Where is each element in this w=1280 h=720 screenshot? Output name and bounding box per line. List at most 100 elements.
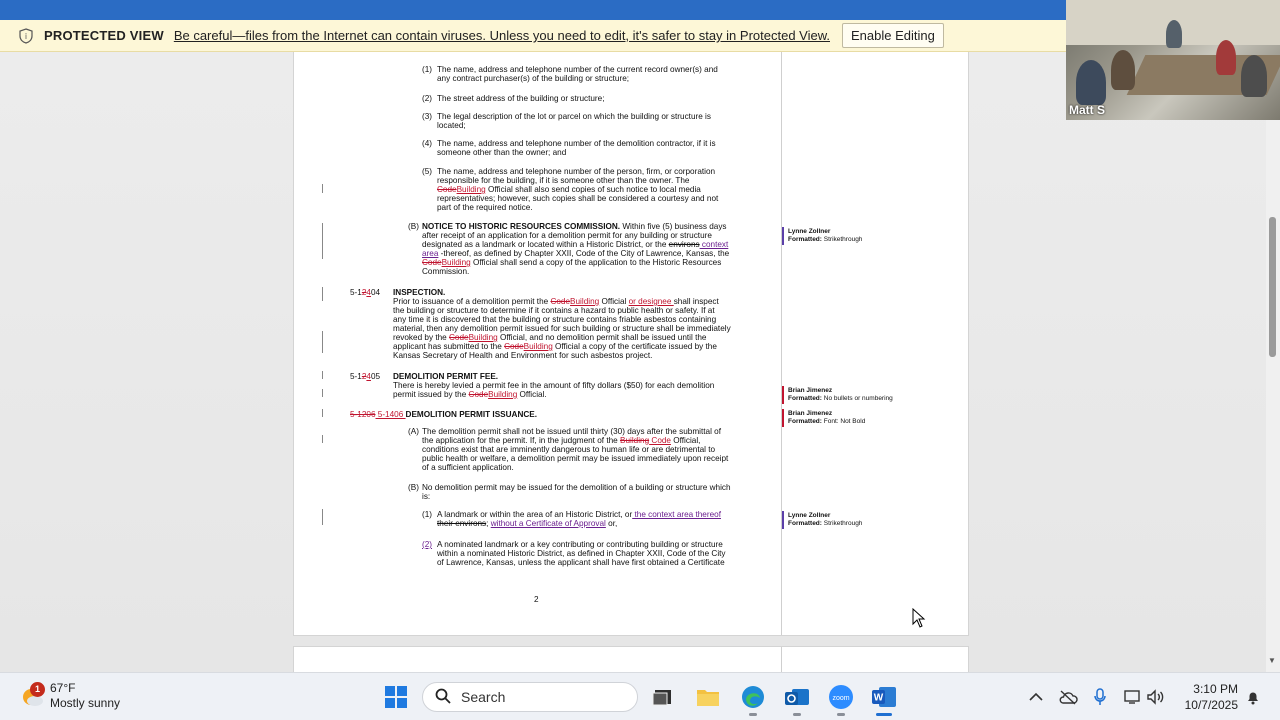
running-indicator bbox=[837, 713, 845, 716]
document-area[interactable]: (1) The name, address and telephone numb… bbox=[0, 52, 1266, 672]
text-run: revoked by the bbox=[393, 333, 449, 342]
text-line: The demolition permit shall not be issue… bbox=[422, 427, 721, 436]
comment-balloon[interactable]: Lynne Zollner Formatted: Strikethrough bbox=[782, 228, 862, 244]
inserted-text: Building bbox=[570, 297, 600, 306]
microphone-icon[interactable] bbox=[1090, 687, 1110, 707]
list-number: (1) bbox=[422, 65, 433, 74]
comment-balloon[interactable]: Brian Jimenez Formatted: No bullets or n… bbox=[782, 387, 893, 403]
video-person bbox=[1216, 40, 1236, 75]
text-line: The name, address and telephone number o… bbox=[437, 167, 716, 176]
deleted-text: Code bbox=[468, 390, 489, 399]
text-run: permit issued by the bbox=[393, 390, 469, 399]
task-view-icon[interactable] bbox=[648, 683, 676, 711]
running-indicator bbox=[793, 713, 801, 716]
text-line: area -thereof, as defined by Chapter XXI… bbox=[422, 249, 729, 258]
inserted-text: the context area thereof bbox=[632, 510, 721, 519]
taskbar: 1 67°F Mostly sunny Search zoom W 3:10 P… bbox=[0, 672, 1280, 720]
comment-balloon[interactable]: Lynne Zollner Formatted: Strikethrough bbox=[782, 512, 862, 528]
comment-label: Formatted: bbox=[788, 395, 822, 402]
video-thumbnail[interactable]: Matt S bbox=[1066, 0, 1280, 120]
text-run: designated as a landmark or located with… bbox=[422, 240, 669, 249]
inserted-text: Building bbox=[456, 185, 486, 194]
list-number: (2) bbox=[422, 94, 433, 103]
text-line: someone other than the owner; and bbox=[437, 148, 567, 157]
protected-view-message[interactable]: Be careful—files from the Internet can c… bbox=[174, 28, 830, 43]
text-run: or, bbox=[605, 519, 618, 528]
zoom-icon[interactable]: zoom bbox=[827, 683, 855, 711]
text-line: the application for the permit. If, in t… bbox=[422, 436, 700, 445]
text-run: Official, bbox=[670, 436, 701, 445]
text-run: Official. bbox=[517, 390, 547, 399]
taskbar-search[interactable]: Search bbox=[422, 682, 638, 712]
protected-view-bar: i PROTECTED VIEW Be careful—files from t… bbox=[0, 20, 1066, 52]
video-person bbox=[1166, 20, 1182, 48]
text-run: Official, and no demolition permit shall… bbox=[497, 333, 707, 342]
volume-icon[interactable] bbox=[1146, 687, 1166, 707]
inserted-text: or designee bbox=[628, 297, 674, 306]
notification-bell-icon[interactable] bbox=[1243, 687, 1263, 707]
vertical-scrollbar[interactable]: ▲ ▼ bbox=[1266, 52, 1280, 672]
enable-editing-button[interactable]: Enable Editing bbox=[842, 23, 944, 48]
text-run: Official shall also send copies of such … bbox=[485, 185, 701, 194]
change-bar bbox=[322, 223, 323, 259]
section-number: 5-1206 5-1406 DEMOLITION PERMIT ISSUANCE… bbox=[350, 410, 537, 419]
text-run: applicant has submitted to the bbox=[393, 342, 505, 351]
scroll-down-icon[interactable]: ▼ bbox=[1268, 656, 1276, 665]
text-line: A landmark or within the area of an Hist… bbox=[437, 510, 721, 519]
text-line: responsible for the building, if it is s… bbox=[437, 176, 690, 185]
change-bar bbox=[322, 435, 323, 443]
inserted-text: Building bbox=[441, 258, 471, 267]
text-line: their environs; without a Certificate of… bbox=[437, 519, 617, 528]
next-page[interactable] bbox=[293, 646, 969, 672]
outlook-icon[interactable] bbox=[783, 683, 811, 711]
change-bar bbox=[322, 509, 323, 525]
text-line: NOTICE TO HISTORIC RESOURCES COMMISSION.… bbox=[422, 222, 727, 231]
text-run: shall inspect bbox=[673, 297, 719, 306]
comment-balloon[interactable]: Brian Jimenez Formatted: Font: Not Bold bbox=[782, 410, 865, 426]
list-number: (B) bbox=[408, 222, 419, 231]
video-person bbox=[1076, 60, 1106, 105]
list-number: (5) bbox=[422, 167, 433, 176]
text-run: A landmark or within the area of an Hist… bbox=[437, 510, 633, 519]
text-line: within a nominated Historic District, as… bbox=[437, 549, 726, 558]
protected-view-title: PROTECTED VIEW bbox=[44, 28, 164, 43]
text-line: public health or welfare, a demolition p… bbox=[422, 454, 729, 463]
chevron-up-icon[interactable] bbox=[1026, 687, 1046, 707]
text-line: CodeBuilding Official shall send a copy … bbox=[422, 258, 721, 267]
text-line: permit issued by the CodeBuilding Offici… bbox=[393, 390, 547, 399]
text-line: the building or structure to determine i… bbox=[393, 306, 715, 315]
file-explorer-icon[interactable] bbox=[694, 683, 722, 711]
deleted-text: Code bbox=[550, 297, 571, 306]
deleted-text: Building bbox=[619, 436, 650, 445]
deleted-text: Code bbox=[504, 342, 524, 351]
text-line: material, then any demolition permit iss… bbox=[393, 324, 731, 333]
text-run: Official a copy of the certificate issue… bbox=[552, 342, 717, 351]
text-line: A nominated landmark or a key contributi… bbox=[437, 540, 723, 549]
comment-author: Brian Jimenez bbox=[788, 410, 833, 417]
document-page[interactable]: (1) The name, address and telephone numb… bbox=[293, 52, 969, 636]
text-line: The street address of the building or st… bbox=[437, 94, 605, 103]
system-clock[interactable]: 3:10 PM 10/7/2025 bbox=[1182, 681, 1238, 713]
inserted-text: without a Certificate of Approval bbox=[490, 519, 606, 528]
markup-pane-divider bbox=[781, 52, 782, 635]
section-number: 5-12404 bbox=[350, 288, 380, 297]
text-run: 5-1 bbox=[350, 288, 362, 297]
markup-pane-divider bbox=[781, 647, 782, 672]
page-number: 2 bbox=[534, 595, 539, 604]
text-line: any contract purchaser(s) of the buildin… bbox=[437, 74, 630, 83]
cloud-icon[interactable] bbox=[1058, 687, 1078, 707]
weather-condition: Mostly sunny bbox=[50, 696, 121, 710]
video-person bbox=[1241, 55, 1267, 97]
text-line: Kansas Secretary of Health and Environme… bbox=[393, 351, 653, 360]
inserted-text: Building bbox=[468, 333, 498, 342]
word-icon[interactable]: W bbox=[870, 683, 898, 711]
scrollbar-thumb[interactable] bbox=[1269, 217, 1276, 357]
notification-badge: 1 bbox=[30, 682, 45, 697]
text-run: the application for the permit. If, in t… bbox=[422, 436, 620, 445]
section-heading: DEMOLITION PERMIT ISSUANCE. bbox=[405, 410, 538, 419]
text-run: 05 bbox=[370, 372, 381, 381]
edge-browser-icon[interactable] bbox=[739, 683, 767, 711]
weather-widget[interactable]: 1 67°F Mostly sunny bbox=[20, 681, 120, 711]
network-icon[interactable] bbox=[1122, 687, 1142, 707]
windows-start-icon[interactable] bbox=[382, 683, 410, 711]
